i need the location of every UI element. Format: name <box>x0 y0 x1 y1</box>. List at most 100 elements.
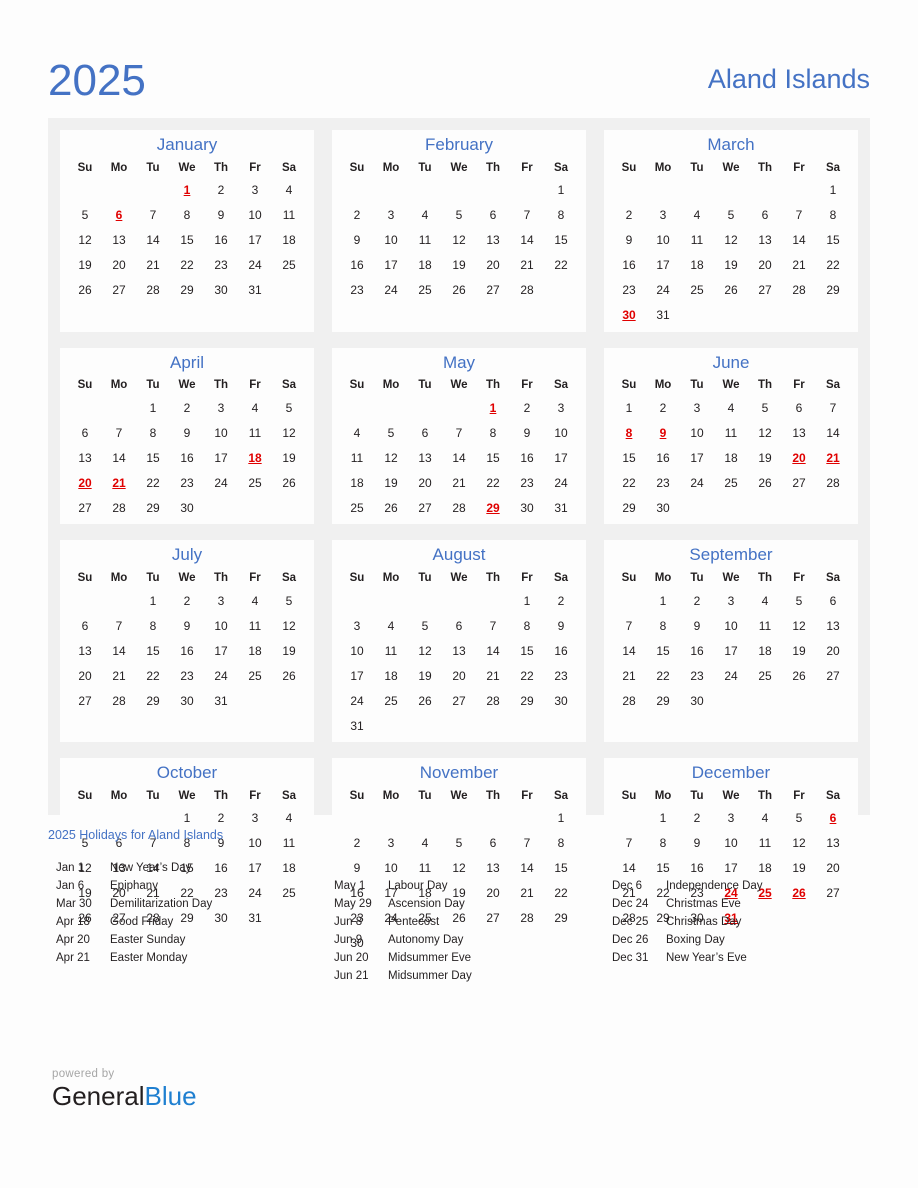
day-cell[interactable]: 13 <box>68 445 102 470</box>
day-cell[interactable]: 3 <box>204 395 238 420</box>
day-cell[interactable]: 13 <box>442 638 476 663</box>
day-cell[interactable]: 5 <box>272 588 306 613</box>
day-cell[interactable]: 16 <box>170 445 204 470</box>
day-cell[interactable]: 18 <box>714 445 748 470</box>
day-cell[interactable]: 2 <box>646 395 680 420</box>
day-cell[interactable]: 26 <box>374 495 408 520</box>
day-cell[interactable]: 13 <box>782 420 816 445</box>
day-cell[interactable]: 31 <box>238 278 272 303</box>
day-cell[interactable]: 14 <box>442 445 476 470</box>
day-cell[interactable]: 3 <box>238 806 272 831</box>
day-cell[interactable]: 28 <box>816 470 850 495</box>
day-cell[interactable]: 23 <box>544 663 578 688</box>
day-cell[interactable]: 24 <box>680 470 714 495</box>
day-cell[interactable]: 12 <box>374 445 408 470</box>
day-cell[interactable]: 21 <box>510 253 544 278</box>
day-cell[interactable]: 9 <box>204 203 238 228</box>
day-cell[interactable]: 13 <box>816 613 850 638</box>
day-cell[interactable]: 30 <box>680 688 714 713</box>
day-cell[interactable]: 1 <box>646 588 680 613</box>
day-cell[interactable]: 19 <box>748 445 782 470</box>
day-cell[interactable]: 19 <box>714 253 748 278</box>
day-cell[interactable]: 19 <box>408 663 442 688</box>
day-cell[interactable]: 11 <box>748 613 782 638</box>
day-cell[interactable]: 3 <box>714 806 748 831</box>
day-cell[interactable]: 15 <box>170 228 204 253</box>
day-cell-holiday[interactable]: 1 <box>476 395 510 420</box>
day-cell[interactable]: 19 <box>782 638 816 663</box>
day-cell[interactable]: 27 <box>102 278 136 303</box>
day-cell[interactable]: 26 <box>748 470 782 495</box>
day-cell[interactable]: 5 <box>782 588 816 613</box>
day-cell[interactable]: 17 <box>374 253 408 278</box>
day-cell[interactable]: 1 <box>544 178 578 203</box>
day-cell[interactable]: 14 <box>102 445 136 470</box>
day-cell[interactable]: 23 <box>340 278 374 303</box>
day-cell[interactable]: 22 <box>476 470 510 495</box>
day-cell[interactable]: 21 <box>442 470 476 495</box>
day-cell[interactable]: 7 <box>442 420 476 445</box>
day-cell[interactable]: 1 <box>170 806 204 831</box>
day-cell[interactable]: 17 <box>340 663 374 688</box>
day-cell[interactable]: 4 <box>340 420 374 445</box>
day-cell[interactable]: 19 <box>272 638 306 663</box>
day-cell[interactable]: 3 <box>544 395 578 420</box>
day-cell[interactable]: 28 <box>782 278 816 303</box>
day-cell[interactable]: 18 <box>408 253 442 278</box>
day-cell[interactable]: 25 <box>272 253 306 278</box>
day-cell[interactable]: 18 <box>680 253 714 278</box>
day-cell-holiday[interactable]: 21 <box>102 470 136 495</box>
day-cell[interactable]: 13 <box>102 228 136 253</box>
day-cell[interactable]: 29 <box>646 688 680 713</box>
day-cell[interactable]: 10 <box>238 203 272 228</box>
day-cell[interactable]: 7 <box>816 395 850 420</box>
day-cell[interactable]: 6 <box>68 420 102 445</box>
day-cell-holiday[interactable]: 21 <box>816 445 850 470</box>
day-cell[interactable]: 24 <box>204 663 238 688</box>
day-cell[interactable]: 5 <box>782 806 816 831</box>
day-cell[interactable]: 17 <box>238 228 272 253</box>
day-cell-holiday[interactable]: 6 <box>102 203 136 228</box>
day-cell[interactable]: 7 <box>612 613 646 638</box>
day-cell[interactable]: 8 <box>136 420 170 445</box>
day-cell[interactable]: 17 <box>544 445 578 470</box>
day-cell[interactable]: 17 <box>204 638 238 663</box>
day-cell[interactable]: 4 <box>272 178 306 203</box>
day-cell[interactable]: 4 <box>714 395 748 420</box>
day-cell[interactable]: 12 <box>272 420 306 445</box>
day-cell[interactable]: 21 <box>476 663 510 688</box>
day-cell[interactable]: 19 <box>374 470 408 495</box>
day-cell[interactable]: 4 <box>374 613 408 638</box>
day-cell[interactable]: 4 <box>748 806 782 831</box>
day-cell[interactable]: 20 <box>408 470 442 495</box>
day-cell[interactable]: 28 <box>612 688 646 713</box>
day-cell[interactable]: 3 <box>238 178 272 203</box>
day-cell[interactable]: 3 <box>714 588 748 613</box>
day-cell[interactable]: 15 <box>646 638 680 663</box>
day-cell[interactable]: 19 <box>68 253 102 278</box>
day-cell[interactable]: 23 <box>680 663 714 688</box>
day-cell[interactable]: 27 <box>748 278 782 303</box>
day-cell[interactable]: 12 <box>272 613 306 638</box>
day-cell[interactable]: 27 <box>68 688 102 713</box>
day-cell[interactable]: 17 <box>714 638 748 663</box>
day-cell[interactable]: 16 <box>680 638 714 663</box>
day-cell[interactable]: 30 <box>544 688 578 713</box>
day-cell[interactable]: 1 <box>816 178 850 203</box>
day-cell-holiday[interactable]: 9 <box>646 420 680 445</box>
day-cell[interactable]: 25 <box>340 495 374 520</box>
day-cell-holiday[interactable]: 30 <box>612 303 646 328</box>
day-cell[interactable]: 23 <box>612 278 646 303</box>
day-cell[interactable]: 4 <box>238 395 272 420</box>
day-cell[interactable]: 15 <box>510 638 544 663</box>
day-cell[interactable]: 21 <box>102 663 136 688</box>
day-cell[interactable]: 6 <box>476 203 510 228</box>
day-cell[interactable]: 6 <box>442 613 476 638</box>
day-cell[interactable]: 25 <box>680 278 714 303</box>
day-cell[interactable]: 16 <box>340 253 374 278</box>
day-cell[interactable]: 9 <box>340 228 374 253</box>
day-cell[interactable]: 20 <box>748 253 782 278</box>
day-cell[interactable]: 15 <box>136 638 170 663</box>
day-cell[interactable]: 12 <box>68 228 102 253</box>
day-cell[interactable]: 27 <box>782 470 816 495</box>
